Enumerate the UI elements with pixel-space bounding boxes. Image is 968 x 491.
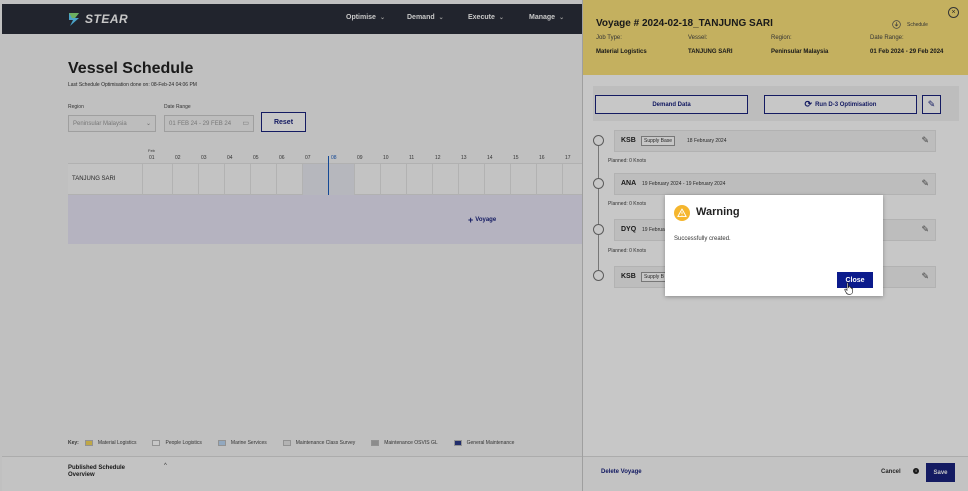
hand-cursor-icon: [844, 282, 853, 295]
warning-dialog: Warning Successfully created. Close: [665, 195, 883, 296]
dialog-title: Warning: [696, 206, 740, 218]
close-button[interactable]: Close: [837, 272, 873, 288]
warning-icon: [674, 205, 690, 221]
dialog-message: Successfully created.: [674, 236, 731, 242]
